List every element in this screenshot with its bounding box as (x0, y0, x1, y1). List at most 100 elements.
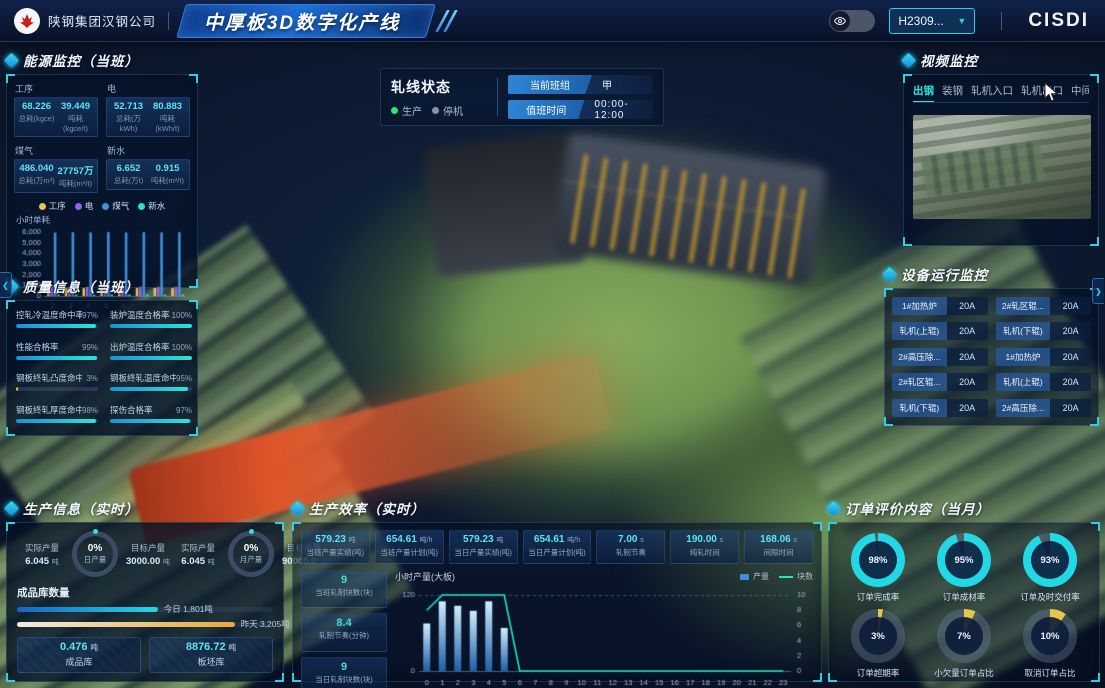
stock-bar-fill (17, 607, 158, 612)
energy-value-label: 总耗(万m³) (17, 175, 56, 186)
quality-metric-value: 3% (86, 374, 98, 383)
equipment-name: 2#高压除... (892, 348, 947, 366)
quality-progress-fill (16, 387, 18, 391)
efficiency-value: 168.06 s (745, 534, 812, 545)
video-camera-tab[interactable]: 轧机入口 (971, 83, 1013, 98)
video-camera-tab[interactable]: 中间冷 (1071, 83, 1089, 98)
state-label: 停机 (443, 103, 463, 118)
energy-section: 工序 68.226 总耗(kgce) 39.449 吨耗(kgce/t) (14, 81, 98, 137)
order-gauge-label: 小欠量订单占比 (934, 667, 994, 679)
order-gauge: 95% 订单成材率 (923, 533, 1005, 603)
quality-info-panel: 质量信息（当班） 控轧冷温度命中率 97% 装炉温度合格率 100% 性能合格率… (6, 276, 198, 436)
efficiency-panel-title: 生产效率（实时） (309, 498, 425, 518)
equipment-current-value: 20A (947, 322, 988, 340)
video-panel-title: 视频监控 (920, 50, 978, 70)
line-status-divider (497, 78, 498, 116)
target-output-label: 目标产量 (123, 542, 173, 554)
efficiency-label: 轧制节奏 (597, 547, 664, 558)
equipment-panel-title: 设备运行监控 (901, 264, 988, 284)
actual-output-value: 6.045 吨 (173, 556, 223, 567)
quality-progress-fill (16, 324, 96, 328)
quality-metric-value: 99% (82, 343, 98, 352)
side-card-value: 9 (302, 661, 386, 673)
equipment-name: 2#轧区辊... (996, 297, 1051, 315)
top-bar: 陕钢集团汉钢公司 中厚板3D数字化产线 H2309... ▼ CISDI (0, 0, 1105, 42)
quality-progress-fill (110, 419, 190, 423)
energy-panel-title: 能源监控（当班） (23, 50, 139, 70)
legend-item: 电 (75, 200, 94, 212)
efficiency-side-card: 9 当日轧制块数(块) (301, 657, 387, 688)
quality-metric-label: 钢板终轧凸度命中率 (16, 372, 82, 384)
side-card-value: 9 (302, 574, 386, 586)
efficiency-label: 当班产量实绩(吨) (302, 547, 369, 558)
legend-dot (39, 203, 46, 210)
energy-section: 煤气 486.040 总耗(万m³) 27757万 吨耗(m³/t) (14, 143, 98, 193)
quality-metric: 探伤合格率 97% (110, 404, 192, 428)
order-donut-value: 95% (945, 541, 983, 579)
corner-decoration (1090, 417, 1099, 426)
energy-section-name: 新水 (107, 144, 190, 157)
video-camera-tab[interactable]: 轧机出口 (1021, 83, 1063, 98)
order-gauge: 7% 小欠量订单占比 (923, 609, 1005, 679)
side-card-value: 8.4 (302, 617, 386, 629)
order-donut-ring: 10% (1023, 609, 1077, 663)
efficiency-value: 579.23 吨 (302, 534, 369, 545)
efficiency-value: 7.00 s (597, 534, 664, 545)
equipment-current-value: 20A (1050, 322, 1091, 340)
energy-value: 68.226 (17, 101, 56, 112)
energy-section-name: 工序 (15, 82, 98, 95)
efficiency-label: 间隙时间 (745, 547, 812, 558)
equipment-name: 1#加热炉 (892, 297, 947, 315)
efficiency-metric-card: 654.61 吨/h 当班产量计划(吨) (375, 530, 444, 564)
equipment-name: 2#轧区辊... (892, 373, 947, 391)
side-card-label: 轧制节奏(分钟) (302, 630, 386, 641)
quality-progress-track (16, 419, 98, 423)
legend-count: 块数 (779, 571, 813, 582)
line-status-badge[interactable]: 值班时间 00:00-12:00 (508, 100, 653, 119)
device-selector-dropdown[interactable]: H2309... ▼ (889, 8, 975, 34)
quality-metric-label: 钢板终轧温度命中率 (110, 372, 176, 384)
target-output-value: 3000.00 吨 (123, 556, 173, 567)
efficiency-label: 当日产量计划(吨) (524, 547, 591, 558)
left-panel-collapse-handle[interactable]: ❮ (0, 272, 12, 298)
legend-label: 新水 (148, 200, 165, 212)
energy-value: 0.915 (148, 163, 187, 174)
quality-progress-track (16, 387, 98, 391)
quality-metric-label: 装炉温度合格率 (110, 309, 170, 321)
badge-label: 当前班组 (508, 75, 592, 94)
corner-decoration (292, 522, 301, 531)
stock-card-value: 8876.72 吨 (150, 641, 272, 653)
line-state: 停机 (432, 103, 463, 118)
order-donut-value: 93% (1031, 541, 1069, 579)
stock-bar-label: 昨天 3,205吨 (241, 618, 290, 630)
legend-dot (102, 203, 109, 210)
panel-diamond-icon (4, 52, 20, 68)
equipment-name: 轧机(下辊) (996, 322, 1051, 340)
equipment-current-value: 20A (947, 297, 988, 315)
cctv-video-feed[interactable] (913, 115, 1091, 219)
corner-decoration (884, 288, 893, 297)
corner-decoration (292, 673, 301, 682)
line-status-badge[interactable]: 当前班组 甲 (508, 75, 653, 94)
legend-item: 工序 (39, 200, 66, 212)
quality-metric-value: 97% (82, 311, 98, 320)
quality-metric: 装炉温度合格率 100% (110, 309, 192, 333)
badge-label: 值班时间 (508, 100, 584, 119)
equipment-current-value: 20A (947, 373, 988, 391)
visibility-toggle[interactable] (829, 10, 875, 32)
actual-output-label: 实际产量 (17, 542, 67, 554)
stock-bar: 今日 1,801吨 (17, 605, 273, 613)
quality-metric: 钢板终轧厚度命中率 98% (16, 404, 98, 428)
video-camera-tab[interactable]: 装钢 (942, 83, 963, 98)
panel-diamond-icon (901, 52, 917, 68)
energy-value: 6.652 (109, 163, 148, 174)
video-camera-tab[interactable]: 出钢 (913, 83, 934, 98)
line-state: 生产 (391, 103, 422, 118)
energy-section-card: 486.040 总耗(万m³) 27757万 吨耗(m³/t) (14, 159, 98, 193)
equipment-current-value: 20A (947, 348, 988, 366)
energy-section-name: 煤气 (15, 144, 98, 157)
actual-output-value: 6.045 吨 (17, 556, 67, 567)
right-panel-collapse-handle[interactable]: ❯ (1092, 278, 1104, 304)
side-card-label: 当日轧制块数(块) (302, 674, 386, 685)
company-name: 陕钢集团汉钢公司 (48, 11, 156, 30)
